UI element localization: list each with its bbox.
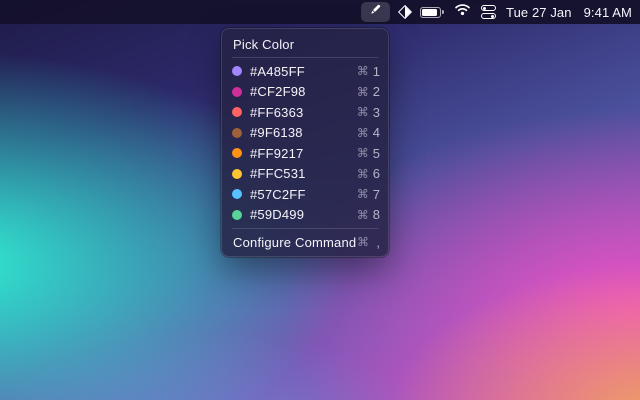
menu-bar-clock-time[interactable]: 9:41 AM bbox=[584, 0, 632, 24]
color-swatch bbox=[232, 169, 242, 179]
color-picker-menu-button[interactable] bbox=[361, 2, 390, 22]
menu-item-color-2[interactable]: #CF2F98 ⌘2 bbox=[222, 82, 388, 103]
wifi-icon bbox=[454, 3, 471, 21]
menu-item-color-3[interactable]: #FF6363 ⌘3 bbox=[222, 102, 388, 123]
configure-command-label: Configure Command bbox=[233, 235, 356, 250]
color-swatch bbox=[232, 87, 242, 97]
color-picker-dropdown-menu: Pick Color #A485FF ⌘1 #CF2F98 ⌘2 #FF6363… bbox=[221, 28, 389, 257]
color-hex-label: #59D499 bbox=[250, 207, 304, 222]
color-hex-label: #9F6138 bbox=[250, 125, 303, 140]
color-swatch bbox=[232, 66, 242, 76]
menu-item-color-4[interactable]: #9F6138 ⌘4 bbox=[222, 123, 388, 144]
color-hex-label: #FFC531 bbox=[250, 166, 306, 181]
shortcut-badge: ⌘7 bbox=[357, 187, 380, 202]
shortcut-badge: ⌘2 bbox=[357, 84, 380, 99]
menu-item-pick-color[interactable]: Pick Color bbox=[222, 34, 388, 54]
control-center-icon bbox=[481, 5, 496, 19]
color-swatch bbox=[232, 189, 242, 199]
menu-item-color-8[interactable]: #59D499 ⌘8 bbox=[222, 205, 388, 226]
pencil-icon bbox=[368, 2, 383, 22]
pick-color-label: Pick Color bbox=[233, 37, 294, 52]
status-item-control-center[interactable] bbox=[481, 0, 496, 24]
shortcut-badge: ⌘4 bbox=[357, 125, 380, 140]
menu-item-configure-command[interactable]: Configure Command ⌘, bbox=[222, 232, 388, 252]
status-item-battery[interactable] bbox=[420, 0, 444, 24]
shortcut-badge: ⌘, bbox=[357, 235, 380, 250]
color-swatch bbox=[232, 148, 242, 158]
shortcut-badge: ⌘1 bbox=[357, 64, 380, 79]
color-swatch bbox=[232, 128, 242, 138]
menu-separator bbox=[232, 228, 378, 229]
battery-icon bbox=[420, 7, 444, 18]
menu-item-color-6[interactable]: #FFC531 ⌘6 bbox=[222, 164, 388, 185]
menu-bar: Tue 27 Jan 9:41 AM bbox=[0, 0, 640, 24]
shortcut-badge: ⌘5 bbox=[357, 146, 380, 161]
shortcut-badge: ⌘6 bbox=[357, 166, 380, 181]
shortcut-badge: ⌘8 bbox=[357, 207, 380, 222]
menu-separator bbox=[232, 57, 378, 58]
status-item-wifi[interactable] bbox=[454, 0, 471, 24]
menu-item-color-1[interactable]: #A485FF ⌘1 bbox=[222, 61, 388, 82]
status-item-contrast[interactable] bbox=[400, 0, 410, 24]
menu-item-color-5[interactable]: #FF9217 ⌘5 bbox=[222, 143, 388, 164]
color-hex-label: #A485FF bbox=[250, 64, 305, 79]
color-hex-label: #FF6363 bbox=[250, 105, 303, 120]
color-swatch bbox=[232, 210, 242, 220]
clock-date: Tue 27 Jan bbox=[506, 5, 572, 20]
shortcut-badge: ⌘3 bbox=[357, 105, 380, 120]
color-hex-label: #FF9217 bbox=[250, 146, 303, 161]
clock-time: 9:41 AM bbox=[584, 5, 632, 20]
color-swatch bbox=[232, 107, 242, 117]
color-hex-label: #57C2FF bbox=[250, 187, 306, 202]
menu-item-color-7[interactable]: #57C2FF ⌘7 bbox=[222, 184, 388, 205]
menu-bar-clock[interactable]: Tue 27 Jan bbox=[506, 0, 574, 24]
color-hex-label: #CF2F98 bbox=[250, 84, 306, 99]
contrast-diamond-icon bbox=[398, 5, 412, 19]
